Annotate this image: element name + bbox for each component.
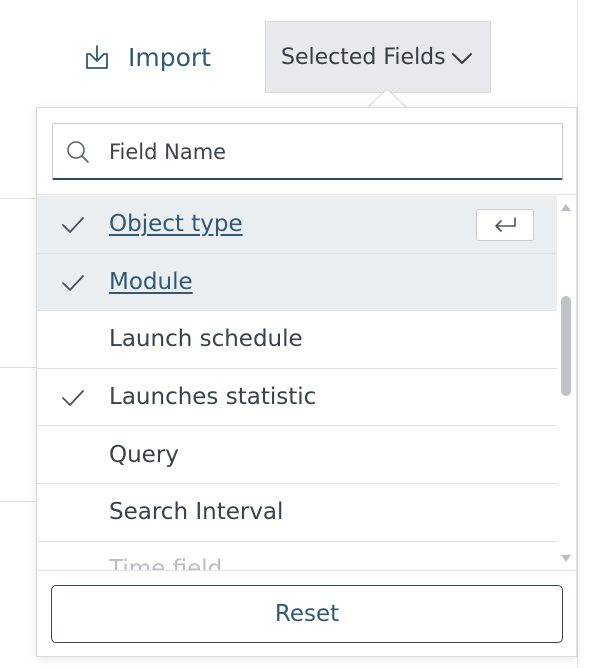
selected-fields-button[interactable]: Selected Fields xyxy=(265,21,491,93)
divider xyxy=(37,194,576,195)
chevron-down-icon xyxy=(452,53,472,64)
scroll-thumb[interactable] xyxy=(561,296,571,396)
background-divider xyxy=(0,501,40,502)
scroll-up-arrow-icon[interactable] xyxy=(560,202,572,212)
field-option-launch-schedule[interactable]: Launch schedule xyxy=(37,311,557,369)
background-divider xyxy=(0,367,40,368)
field-option-object-type[interactable]: Object type xyxy=(37,196,557,254)
reset-button[interactable]: Reset xyxy=(51,585,563,643)
search-field xyxy=(52,123,563,180)
divider xyxy=(37,570,576,571)
field-list-scrollbar[interactable] xyxy=(556,196,576,570)
checkmark-icon xyxy=(62,274,84,291)
field-option-label: Launch schedule xyxy=(109,326,303,353)
field-option-label: Search Interval xyxy=(109,499,284,526)
field-option-query[interactable]: Query xyxy=(37,426,557,484)
field-option-label: Launches statistic xyxy=(109,384,317,411)
import-button[interactable]: Import xyxy=(82,36,211,78)
selected-fields-label: Selected Fields xyxy=(281,44,446,70)
checkmark-icon xyxy=(62,217,84,233)
background-divider xyxy=(0,198,40,199)
import-label: Import xyxy=(128,42,211,72)
scroll-down-arrow-icon[interactable] xyxy=(560,554,572,564)
field-picker-dropdown: Object type Module Launch schedule Launc… xyxy=(36,107,577,657)
download-tray-icon xyxy=(86,45,108,69)
field-option-label: Time field xyxy=(109,555,223,570)
dropdown-caret xyxy=(367,89,407,109)
field-option-search-interval[interactable]: Search Interval xyxy=(37,484,557,542)
enter-key-icon xyxy=(495,217,516,232)
field-option-label: Object type xyxy=(109,211,243,238)
field-option-module[interactable]: Module xyxy=(37,253,557,312)
search-input[interactable] xyxy=(109,124,549,179)
field-option-label: Query xyxy=(109,441,179,468)
enter-key-hint xyxy=(476,209,534,241)
checkmark-icon xyxy=(62,389,84,406)
search-icon xyxy=(67,141,89,163)
field-option-label: Module xyxy=(109,268,193,295)
field-option-launches-statistic[interactable]: Launches statistic xyxy=(37,369,557,427)
field-option-time-field[interactable]: Time field xyxy=(37,542,557,570)
field-list: Object type Module Launch schedule Launc… xyxy=(37,196,557,570)
